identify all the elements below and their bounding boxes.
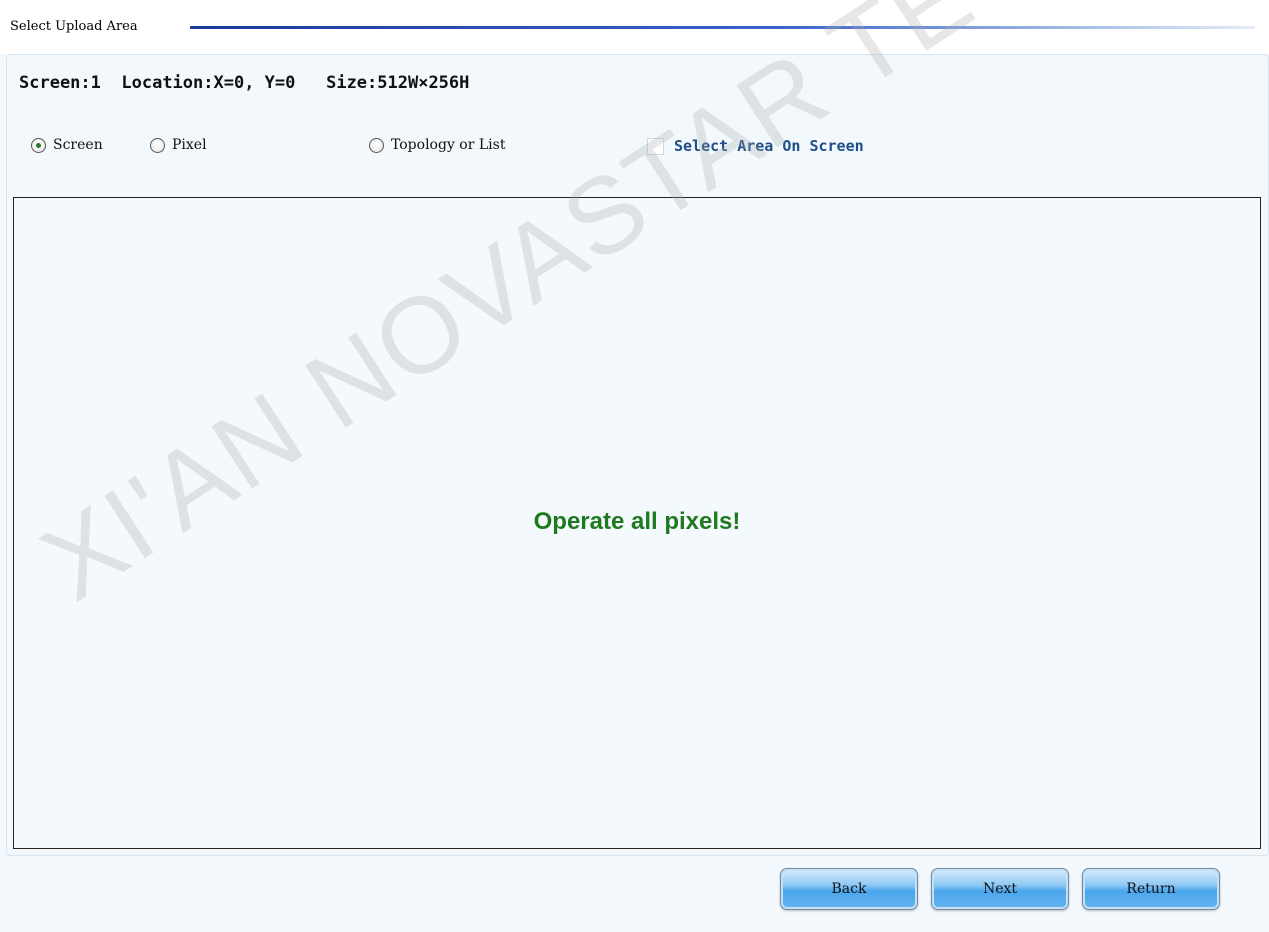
- upload-area-page: Select Upload Area Screen:1 Location:X=0…: [0, 0, 1269, 932]
- screen-radio-dot[interactable]: [31, 137, 46, 153]
- select-area-checkbox[interactable]: Select Area On Screen: [647, 137, 864, 155]
- bottom-button-bar: Back Next Return: [0, 856, 1269, 932]
- screen-radio[interactable]: Screen: [31, 137, 103, 153]
- display-message: Operate all pixels!: [533, 508, 741, 535]
- pixel-radio[interactable]: Pixel: [150, 137, 207, 153]
- group-header-line: [190, 26, 1255, 29]
- topology-radio-dot[interactable]: [369, 137, 384, 153]
- group-title: Select Upload Area: [10, 19, 142, 34]
- next-button[interactable]: Next: [931, 868, 1069, 910]
- screen-number: Screen:1: [19, 73, 101, 93]
- upload-area-panel: Screen:1 Location:X=0, Y=0 Size:512W×256…: [6, 54, 1269, 856]
- pixel-radio-dot[interactable]: [150, 137, 165, 153]
- size-info: Size:512W×256H: [326, 73, 470, 93]
- group-header: Select Upload Area: [0, 0, 1269, 54]
- pixel-radio-label: Pixel: [172, 137, 207, 153]
- area-mode-options: Screen Pixel Topology or List Select Are…: [7, 137, 1268, 161]
- return-button[interactable]: Return: [1082, 868, 1220, 910]
- screen-info: Screen:1 Location:X=0, Y=0 Size:512W×256…: [19, 73, 469, 93]
- back-button[interactable]: Back: [780, 868, 918, 910]
- topology-radio[interactable]: Topology or List: [369, 137, 505, 153]
- select-area-checkbox-label: Select Area On Screen: [674, 137, 864, 155]
- topology-radio-label: Topology or List: [391, 137, 506, 153]
- select-area-checkbox-box[interactable]: [647, 137, 664, 155]
- screen-display-area[interactable]: Operate all pixels!: [13, 197, 1261, 849]
- screen-radio-label: Screen: [53, 137, 103, 153]
- location-info: Location:X=0, Y=0: [121, 73, 296, 93]
